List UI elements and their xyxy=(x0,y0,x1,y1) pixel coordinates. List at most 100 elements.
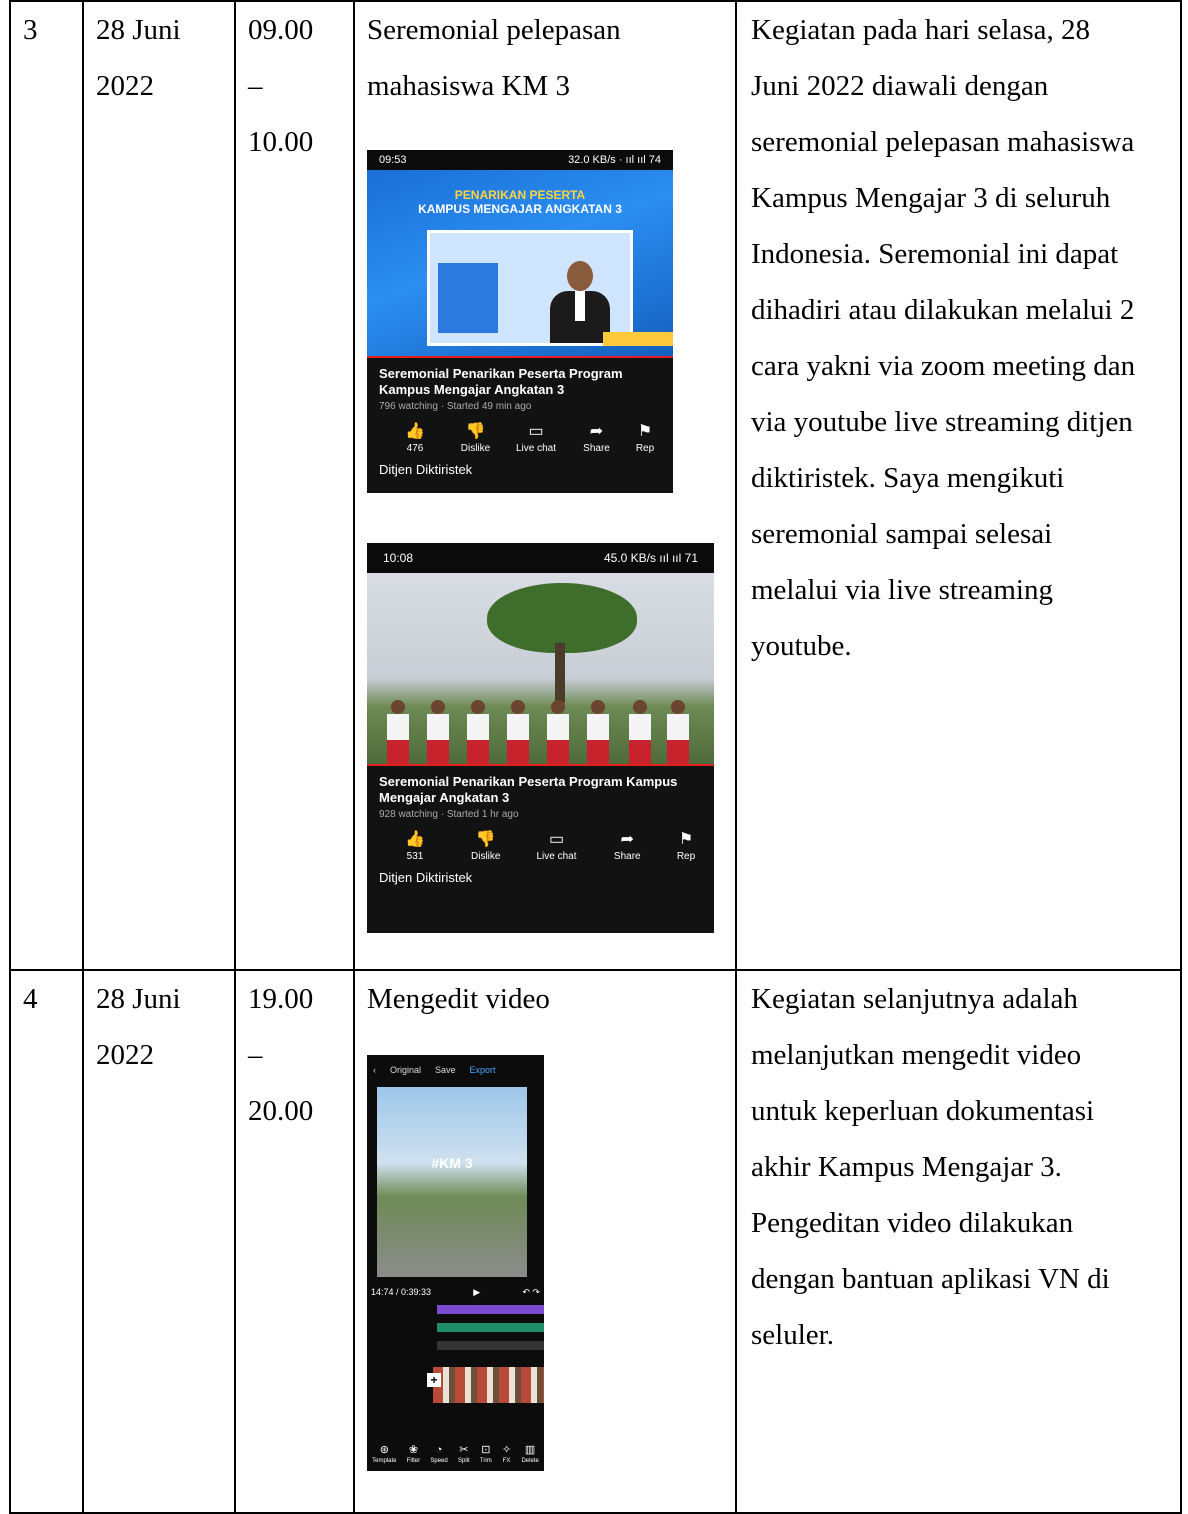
save-label: Save xyxy=(435,1065,456,1075)
ratio-label: Original xyxy=(390,1065,422,1075)
overlay-text: #KM 3 xyxy=(431,1155,473,1171)
poster-graphic xyxy=(438,263,498,333)
tool-label: Template xyxy=(372,1458,397,1464)
student-figure xyxy=(507,700,529,764)
description-line: Indonesia. Seremonial ini dapat xyxy=(751,238,1119,270)
action-bar: 👍 476 👎 Dislike ▭ Live chat ➦ Share ⚑ Rep xyxy=(367,414,673,456)
fx-tool: ✧ FX xyxy=(502,1443,511,1465)
like-count: 531 xyxy=(406,851,424,862)
description-cell: Kegiatan pada hari selasa, 28 Juni 2022 … xyxy=(735,0,1182,971)
template-icon: ⊛ xyxy=(379,1444,389,1456)
student-figure xyxy=(629,700,651,764)
video-frame: PENARIKAN PESERTA KAMPUS MENGAJAR ANGKAT… xyxy=(367,170,673,356)
scissors-icon: ✂ xyxy=(459,1444,469,1456)
dislike-button: 👎 Dislike xyxy=(464,830,508,864)
template-tool: ⊛ Template xyxy=(372,1443,396,1465)
description-line: dihadiri atau dilakukan melalui 2 xyxy=(751,294,1135,326)
speed-icon: ◔ xyxy=(435,1444,443,1456)
delete-tool: ▥ Delete xyxy=(521,1443,538,1465)
report-button: ⚑ Rep xyxy=(635,422,655,456)
like-button: 👍 476 xyxy=(393,422,437,456)
table-row: 3 28 Juni 2022 09.00 – 10.00 Seremonial … xyxy=(9,0,1182,971)
description-line: akhir Kampus Mengajar 3. xyxy=(751,1151,1062,1183)
thumbs-up-icon: 👍 xyxy=(405,423,425,440)
date-cell: 28 Juni 2022 xyxy=(82,969,236,1514)
description-line: melalui via live streaming xyxy=(751,574,1053,606)
activity-line-1: Seremonial pelepasan xyxy=(367,14,621,46)
add-clip-icon: + xyxy=(427,1373,441,1387)
description-line: youtube. xyxy=(751,630,852,662)
share-label: Share xyxy=(583,443,610,454)
timecode: 14:74 / 0:39:33 xyxy=(371,1287,432,1297)
flag-icon: ⚑ xyxy=(637,423,653,440)
tree-trunk xyxy=(555,643,565,703)
tool-label: Trim xyxy=(479,1458,492,1464)
description-line: diktiristek. Saya mengikuti xyxy=(751,462,1065,494)
status-bar: 09:53 32.0 KB/s · ııl ııl 74 xyxy=(367,150,673,170)
dislike-label: Dislike xyxy=(471,851,501,862)
share-label: Share xyxy=(613,851,641,862)
video-info: Seremonial Penarikan Peserta Program Kam… xyxy=(367,358,673,414)
split-tool: ✂ Split xyxy=(458,1443,470,1465)
share-button: ➦ Share xyxy=(575,422,619,456)
youtube-screenshot-1: 09:53 32.0 KB/s · ııl ııl 74 PENARIKAN P… xyxy=(367,150,673,493)
video-meta: 796 watching · Started 49 min ago xyxy=(379,401,532,412)
play-icon: ▶ xyxy=(473,1287,481,1297)
tool-label: Split xyxy=(457,1458,470,1464)
student-figure xyxy=(467,700,489,764)
share-icon: ➦ xyxy=(620,831,634,848)
description-cell: Kegiatan selanjutnya adalah melanjutkan … xyxy=(735,969,1182,1514)
student-figure xyxy=(667,700,689,764)
activity-log-table: 3 28 Juni 2022 09.00 – 10.00 Seremonial … xyxy=(9,0,1182,1514)
channel-name: Ditjen Diktiristek xyxy=(379,462,473,477)
row-number: 3 xyxy=(23,14,38,46)
table-row: 4 28 Juni 2022 19.00 – 20.00 Mengedit vi… xyxy=(9,969,1182,1514)
time-start: 19.00 xyxy=(248,983,314,1015)
live-chat-button: ▭ Live chat xyxy=(535,830,579,864)
thumbs-down-icon: 👎 xyxy=(465,423,486,440)
video-meta: 928 watching · Started 1 hr ago xyxy=(379,809,519,820)
tool-label: Delete xyxy=(521,1458,539,1464)
activity-line-2: mahasiswa KM 3 xyxy=(367,70,570,102)
description: Kegiatan selanjutnya adalah melanjutkan … xyxy=(737,971,1180,1363)
playback-controls: 14:74 / 0:39:33 ▶ ↶ ↷ xyxy=(367,1283,544,1301)
student-figure xyxy=(427,700,449,764)
time-cell: 19.00 – 20.00 xyxy=(234,969,355,1514)
thumbs-down-icon: 👎 xyxy=(475,831,496,848)
thumbs-up-icon: 👍 xyxy=(405,831,425,848)
description-line: dengan bantuan aplikasi VN di xyxy=(751,1263,1110,1295)
trim-icon: ⊡ xyxy=(481,1444,491,1456)
filter-icon: ❀ xyxy=(408,1444,419,1456)
flag-icon: ⚑ xyxy=(678,831,694,848)
presenter-shirt xyxy=(575,291,585,321)
description-line: Kegiatan selanjutnya adalah xyxy=(751,983,1078,1015)
description-line: seluler. xyxy=(751,1319,834,1351)
tool-label: Filter xyxy=(406,1458,421,1464)
time-end: 10.00 xyxy=(248,126,314,158)
live-chat-button: ▭ Live chat xyxy=(514,422,558,456)
like-button: 👍 531 xyxy=(393,830,437,864)
export-label: Export xyxy=(469,1065,496,1075)
banner-yellow-bar xyxy=(603,332,673,346)
time-dash: – xyxy=(248,1039,263,1071)
video-banner: PENARIKAN PESERTA KAMPUS MENGAJAR ANGKAT… xyxy=(367,188,673,216)
date-line-2: 2022 xyxy=(96,70,154,102)
tool-label: Speed xyxy=(430,1458,448,1464)
time-end: 20.00 xyxy=(248,1095,314,1127)
video-title: Seremonial Penarikan Peserta Program Kam… xyxy=(379,774,678,805)
description-line: Kegiatan pada hari selasa, 28 xyxy=(751,14,1090,46)
status-bar: 10:08 45.0 KB/s ııl ııl 71 xyxy=(367,543,714,573)
video-info: Seremonial Penarikan Peserta Program Kam… xyxy=(367,766,714,822)
vn-editor-screenshot: ‹ Original Save Export #KM 3 14:74 / 0:3… xyxy=(367,1055,544,1471)
activity-cell: Mengedit video ‹ Original Save Export #K… xyxy=(353,969,737,1514)
text-track xyxy=(437,1341,544,1350)
date-line-1: 28 Juni xyxy=(96,983,181,1015)
editor-top-bar: ‹ Original Save Export xyxy=(367,1055,544,1085)
chat-icon: ▭ xyxy=(548,831,565,848)
back-icon: ‹ xyxy=(373,1065,376,1075)
trash-icon: ▥ xyxy=(524,1444,536,1456)
time-start: 09.00 xyxy=(248,14,314,46)
row-number: 4 xyxy=(23,983,38,1015)
channel-name: Ditjen Diktiristek xyxy=(379,870,473,885)
fx-icon: ✧ xyxy=(501,1444,512,1456)
